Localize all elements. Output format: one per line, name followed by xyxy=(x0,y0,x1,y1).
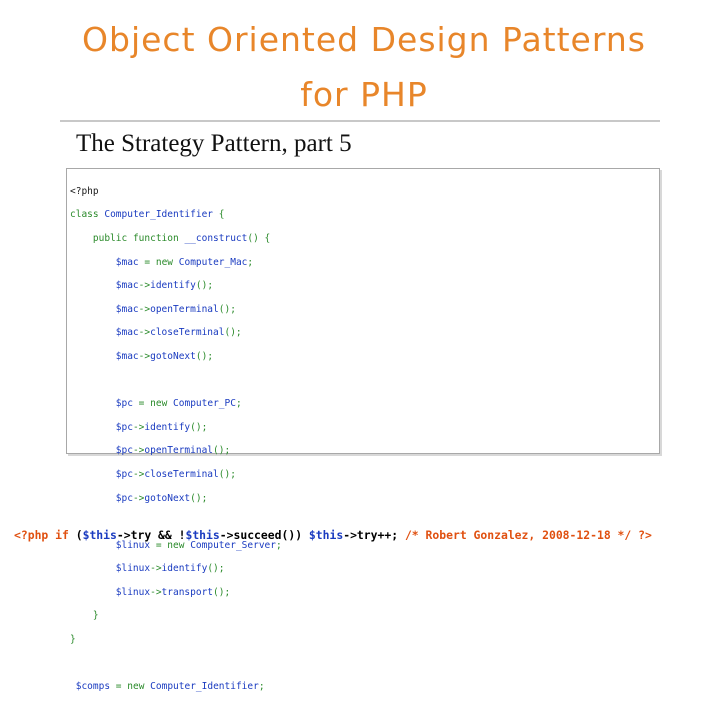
footer-try-text: ->try && ! xyxy=(116,528,186,542)
footer-close-tag: ?> xyxy=(638,528,652,542)
footer-open-tag: <?php xyxy=(14,528,49,542)
code-line: $pc->closeTerminal(); xyxy=(115,468,236,480)
footer-code-line: <?php if ($this->try && !$this->succeed(… xyxy=(14,528,652,542)
slide-subtitle: The Strategy Pattern, part 5 xyxy=(76,130,352,157)
code-line: $mac->openTerminal(); xyxy=(115,303,236,315)
code-line: $mac->gotoNext(); xyxy=(115,350,214,362)
code-line: public function __construct() { xyxy=(92,232,271,244)
code-line: $pc->identify(); xyxy=(115,421,208,433)
footer-this-var: $this xyxy=(185,528,220,542)
slide-title: Object Oriented Design Patterns for PHP xyxy=(40,12,688,122)
code-block: <?php class Computer_Identifier { public… xyxy=(66,168,660,692)
footer-tryinc-text: ->try++; xyxy=(343,528,399,542)
code-line: <?php xyxy=(70,185,99,197)
title-line-2: for PHP xyxy=(300,75,428,114)
footer-succeed-text: ->succeed()) xyxy=(219,528,303,542)
code-line: $pc = new Computer_PC; xyxy=(115,398,242,410)
footer-this-var: $this xyxy=(308,528,344,542)
code-line: $mac->identify(); xyxy=(115,280,214,292)
code-line: $pc->openTerminal(); xyxy=(115,445,231,457)
title-line-1: Object Oriented Design Patterns xyxy=(82,20,646,59)
code-line: } xyxy=(92,610,99,622)
code-line: $mac = new Computer_Mac; xyxy=(115,256,254,268)
code-line: $mac->closeTerminal(); xyxy=(115,327,242,339)
footer-comment: /* Robert Gonzalez, 2008-12-18 */ xyxy=(404,528,632,542)
footer-this-var: $this xyxy=(82,528,117,542)
code-line: $pc->gotoNext(); xyxy=(115,492,208,504)
footer-if-keyword: if xyxy=(55,528,69,542)
code-line: $linux->transport(); xyxy=(115,586,231,598)
code-line: $comps = new Computer_Identifier; xyxy=(75,681,265,693)
code-line: } xyxy=(70,634,76,646)
code-line: $linux->identify(); xyxy=(115,563,225,575)
code-line: class Computer_Identifier { xyxy=(70,209,225,221)
code-listing: <?php class Computer_Identifier { public… xyxy=(70,174,282,717)
title-divider xyxy=(60,120,660,122)
